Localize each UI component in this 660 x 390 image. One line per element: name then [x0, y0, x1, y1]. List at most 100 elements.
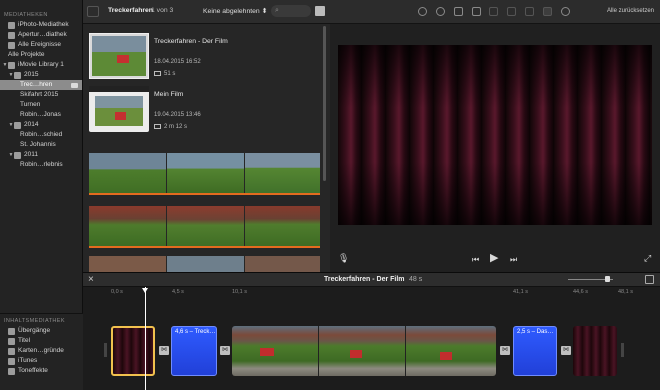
playhead[interactable] — [145, 287, 146, 390]
film-icon — [154, 124, 161, 129]
stabilization-icon[interactable] — [472, 7, 481, 16]
sidebar-item[interactable]: Robin…schied — [0, 130, 82, 140]
close-icon[interactable]: × — [88, 274, 94, 285]
content-library-item[interactable]: Titel — [0, 336, 83, 346]
speed-icon[interactable] — [525, 7, 534, 16]
timeline-title-clip[interactable]: 2,5 s – Das… — [513, 326, 557, 376]
zoom-slider-knob[interactable] — [605, 276, 610, 282]
project-duration: 2 m 12 s — [164, 124, 188, 131]
search-field[interactable]: ⌕ — [271, 5, 311, 17]
content-library-label: Titel — [18, 337, 31, 344]
browser-toolbar: Treckerfahren 1 von 3 Keine abgelehnten … — [83, 0, 330, 24]
maps-icon — [8, 347, 15, 355]
timeline-title-clip[interactable]: 4,6 s – Treck… — [171, 326, 217, 376]
sidebar-item[interactable]: Apertur…diathek — [0, 30, 82, 40]
content-library-list: Übergänge Titel Karten…gründe iTunes Toneffe… — [0, 326, 83, 376]
timeline: × Treckerfahren - Der Film 48 s 0,0 s 4,… — [83, 272, 660, 390]
info-icon[interactable] — [561, 7, 570, 16]
content-library-item[interactable]: Übergänge — [0, 326, 83, 336]
filter-popup[interactable]: Keine abgelehnten ⬍ — [203, 7, 267, 15]
content-library-item[interactable]: Toneffekte — [0, 366, 83, 376]
project-item[interactable]: Treckerfahren - Der Film 18.04.2015 16:5… — [89, 33, 324, 83]
sidebar-item[interactable]: Alle Ereignisse — [0, 40, 82, 50]
sidebar-item[interactable]: St. Johannis — [0, 140, 82, 150]
content-library-label: Übergänge — [18, 327, 51, 334]
project-item[interactable]: Mein Film 19.04.2015 13:46 2 m 12 s — [89, 86, 324, 136]
sidebar-item[interactable]: ▼ 2011 — [0, 150, 82, 160]
viewer-toolbar: Alle zurücksetzen — [330, 0, 660, 24]
content-library-panel: INHALTSMEDIATHEK Übergänge Titel Karten…gr… — [0, 313, 83, 390]
sidebar-item[interactable]: ▼ iMovie Library 1 — [0, 60, 82, 70]
sidebar-item[interactable]: iPhoto-Mediathek — [0, 20, 82, 30]
noise-reduction-icon[interactable] — [507, 7, 516, 16]
time-tick: 41,1 s — [513, 289, 528, 295]
titles-icon — [8, 337, 15, 345]
project-name: Treckerfahren - Der Film — [154, 38, 228, 45]
viewer: Alle zurücksetzen 🎙 ⏮ ▶ ⏭ ⤢ — [330, 0, 660, 272]
filmstrip-view-button[interactable] — [315, 6, 325, 16]
usage-bar — [89, 193, 320, 195]
filter-label: Keine abgelehnten — [203, 8, 260, 15]
sidebar-item-label: 2014 — [24, 121, 39, 128]
film-icon — [154, 71, 161, 76]
content-library-item[interactable]: iTunes — [0, 356, 83, 366]
event-browser: Treckerfahren 1 von 3 Keine abgelehnten … — [83, 0, 330, 272]
timeline-clip-curtain[interactable] — [111, 326, 155, 376]
playhead-marker[interactable] — [142, 288, 148, 293]
sidebar-item-label: Robin…rlebnis — [20, 161, 63, 168]
project-thumbnail — [89, 86, 149, 132]
clip-filmstrip[interactable] — [89, 206, 320, 248]
sidebar-item[interactable]: Alle Projekte — [0, 50, 82, 60]
time-tick: 10,1 s — [232, 289, 247, 295]
play-icon[interactable]: ▶ — [490, 253, 498, 264]
timeline-project-title: Treckerfahren - Der Film — [324, 276, 405, 283]
color-correction-icon[interactable] — [436, 7, 445, 16]
sidebar-item[interactable]: ▼ 2014 — [0, 120, 82, 130]
sidebar-item[interactable]: Robin…Jonas — [0, 110, 82, 120]
folder-icon — [14, 121, 21, 129]
timeline-edge-handle[interactable] — [104, 343, 107, 357]
sidebar-toggle-button[interactable] — [87, 6, 99, 17]
aperture-icon — [8, 31, 15, 39]
crop-icon[interactable] — [454, 7, 463, 16]
sidebar-item-label: St. Johannis — [20, 141, 56, 148]
title-clip-label: 2,5 s – Das… — [517, 329, 554, 335]
transition-icon[interactable]: ⋈ — [220, 346, 230, 355]
sidebar-item[interactable]: Skifahrt 2015 — [0, 90, 82, 100]
library-list: iPhoto-Mediathek Apertur…diathek Alle Erei… — [0, 20, 82, 170]
volume-icon[interactable] — [489, 7, 498, 16]
clip-filmstrip[interactable] — [89, 153, 320, 195]
clip-filter-icon[interactable] — [543, 7, 552, 16]
microphone-icon[interactable]: 🎙 — [338, 253, 349, 263]
clip-filmstrip[interactable] — [89, 256, 320, 272]
transition-icon[interactable]: ⋈ — [500, 346, 510, 355]
timeline-header: × Treckerfahren - Der Film 48 s — [83, 273, 660, 287]
content-library-header: INHALTSMEDIATHEK — [4, 318, 65, 324]
timeline-edge-handle[interactable] — [621, 343, 624, 357]
event-badge-icon — [71, 82, 78, 88]
project-date: 19.04.2015 13:46 — [154, 112, 201, 118]
skip-back-icon[interactable]: ⏮ — [472, 255, 479, 265]
project-thumbnail — [89, 33, 149, 79]
star-icon — [8, 41, 15, 49]
sidebar-item[interactable]: ▼ 2015 — [0, 70, 82, 80]
folder-icon — [14, 71, 21, 79]
project-date: 18.04.2015 16:52 — [154, 59, 201, 65]
sidebar-item-label: 2011 — [24, 151, 38, 158]
libraries-header: MEDIATHEKEN — [4, 12, 48, 18]
timeline-video-clip[interactable] — [232, 326, 496, 376]
sidebar-item[interactable]: Turnen — [0, 100, 82, 110]
skip-forward-icon[interactable]: ⏭ — [510, 255, 517, 265]
reset-all-button[interactable]: Alle zurücksetzen — [607, 8, 654, 14]
transition-icon[interactable]: ⋈ — [159, 346, 169, 355]
fullscreen-icon[interactable]: ⤢ — [644, 253, 651, 263]
timeline-clip-curtain[interactable] — [573, 326, 617, 376]
library-icon — [8, 61, 15, 69]
browser-scrollbar[interactable] — [323, 26, 326, 181]
sidebar-item[interactable]: Trec…hren — [0, 80, 82, 90]
sidebar-item[interactable]: Robin…rlebnis — [0, 160, 82, 170]
color-balance-icon[interactable] — [418, 7, 427, 16]
content-library-item[interactable]: Karten…gründe — [0, 346, 83, 356]
transition-icon[interactable]: ⋈ — [561, 346, 571, 355]
timeline-settings-icon[interactable] — [645, 275, 654, 284]
